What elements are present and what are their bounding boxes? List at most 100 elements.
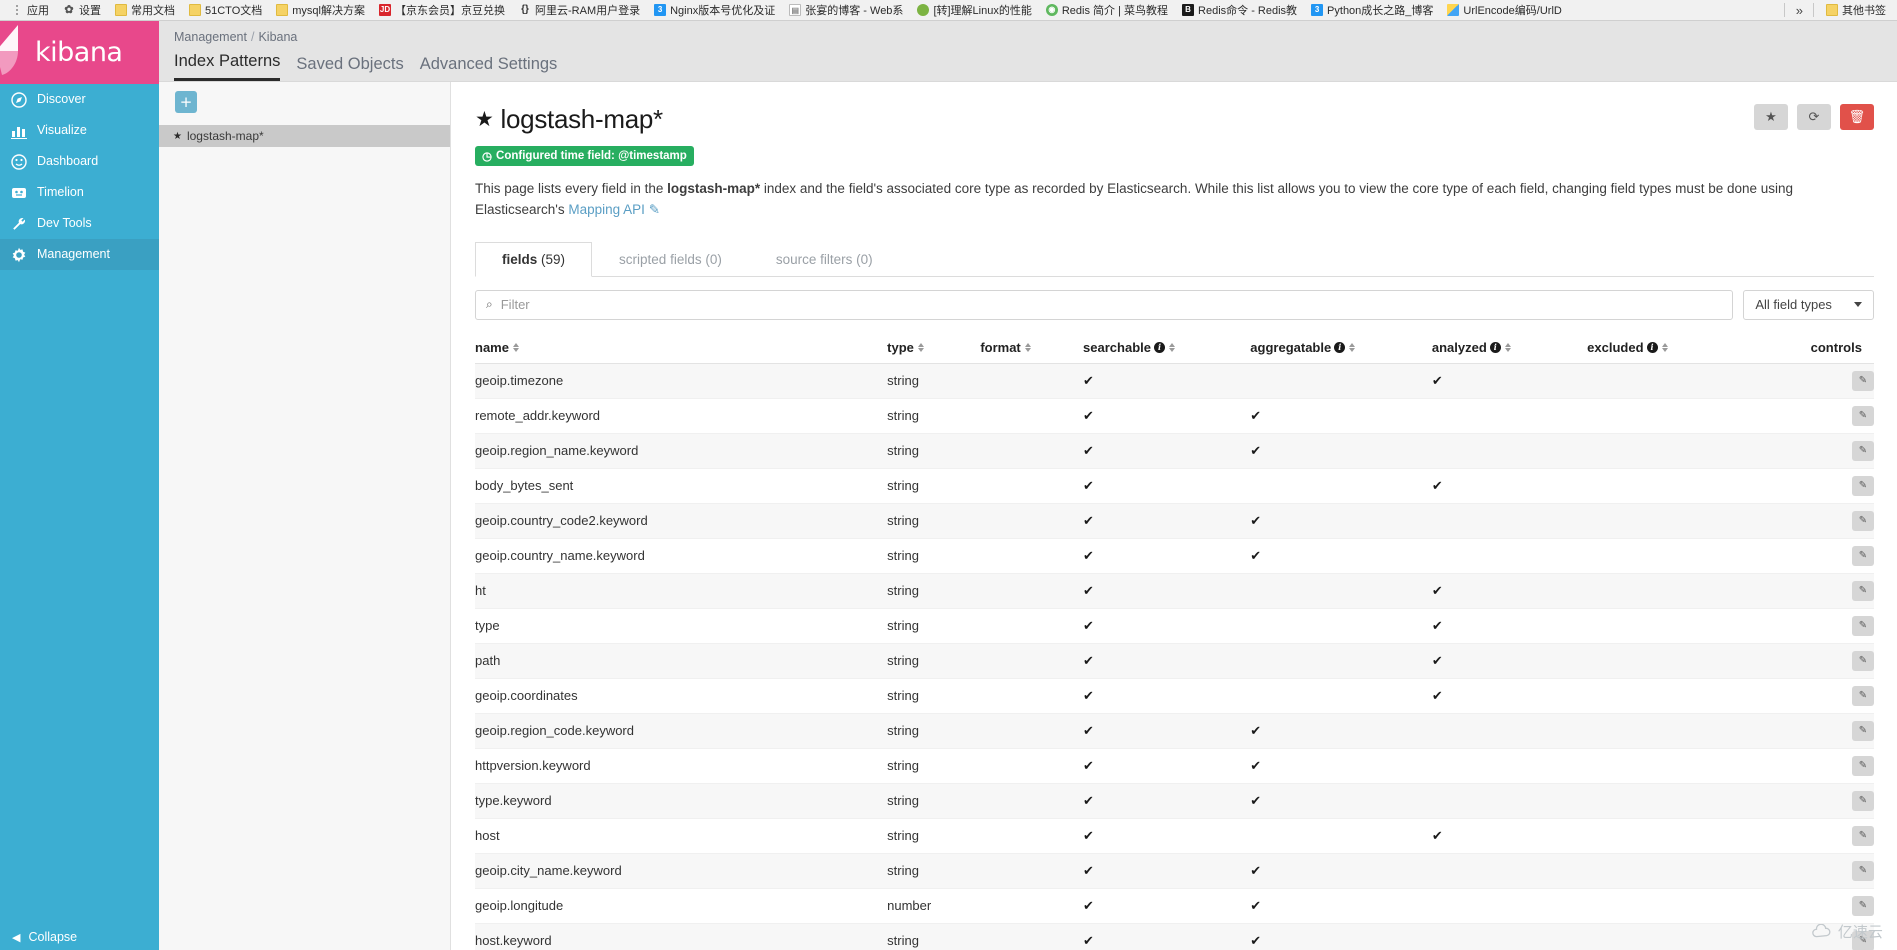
sidebar-collapse-button[interactable]: ◀ Collapse	[0, 924, 159, 950]
sort-toggle-icon[interactable]	[1168, 342, 1175, 352]
field-types-dropdown[interactable]: All field types	[1743, 289, 1874, 320]
check-icon: ✔	[1250, 897, 1262, 913]
info-icon[interactable]: i	[1489, 341, 1501, 353]
cell-searchable: ✔	[1083, 398, 1251, 434]
bookmark-item[interactable]: B Redis命令 - Redis教	[1175, 1, 1304, 20]
kibana-wordmark: kibana	[35, 37, 123, 68]
sort-toggle-icon[interactable]	[1661, 342, 1668, 352]
check-icon: ✔	[1083, 932, 1094, 948]
sidebar-item-dashboard[interactable]: Dashboard	[0, 146, 159, 177]
cell-controls: ✎	[1742, 783, 1874, 819]
cell-name: geoip.city_name.keyword	[475, 853, 888, 889]
sidebar-item-management[interactable]: Management	[0, 239, 159, 270]
cell-analyzed	[1431, 713, 1588, 749]
bookmark-item[interactable]: UrlEncode编码/UrlD	[1440, 1, 1568, 20]
bookmark-item[interactable]: 3 Nginx版本号优化及证	[647, 1, 782, 20]
bookmark-item[interactable]: 应用	[4, 1, 56, 20]
sort-toggle-icon[interactable]	[1024, 342, 1031, 352]
edit-field-button[interactable]: ✎	[1851, 475, 1874, 496]
breadcrumb-management[interactable]: Management	[174, 30, 247, 44]
tab-index-patterns[interactable]: Index Patterns	[174, 52, 281, 81]
bookmark-item[interactable]: ✿ 设置	[56, 1, 108, 20]
field-tab-fields[interactable]: fields (59)	[475, 241, 593, 277]
edit-field-button[interactable]: ✎	[1851, 755, 1874, 776]
info-icon[interactable]: i	[1153, 341, 1165, 353]
bookmark-item[interactable]: 3 Python成长之路_博客	[1304, 1, 1440, 20]
edit-field-button[interactable]: ✎	[1851, 720, 1874, 741]
sidebar-item-visualize[interactable]: Visualize	[0, 115, 159, 146]
bookmark-item[interactable]: JD 【京东会员】京豆兑换	[372, 1, 512, 20]
filter-box[interactable]: ⌕	[475, 289, 1734, 320]
mapping-api-link[interactable]: Mapping API	[568, 202, 645, 217]
edit-field-button[interactable]: ✎	[1851, 440, 1874, 461]
cell-format	[980, 748, 1084, 784]
info-icon[interactable]: i	[1646, 341, 1658, 353]
sidebar-item-timelion[interactable]: Timelion	[0, 177, 159, 208]
sort-toggle-icon[interactable]	[1504, 342, 1511, 352]
set-default-index[interactable]: ★	[1753, 104, 1788, 130]
bookmark-item[interactable]: ▤ 张宴的博客 - Web系	[782, 1, 910, 20]
info-icon[interactable]: i	[1334, 341, 1346, 353]
delete-index-pattern[interactable]: 🗑	[1839, 104, 1874, 130]
edit-field-button[interactable]: ✎	[1851, 545, 1874, 566]
bookmarks-overflow-button[interactable]: »	[1790, 3, 1808, 18]
edit-field-button[interactable]: ✎	[1851, 580, 1874, 601]
edit-field-button[interactable]: ✎	[1851, 895, 1874, 916]
index-pattern-panel: + ★ logstash-map*	[159, 82, 451, 950]
tab-advanced-settings[interactable]: Advanced Settings	[420, 55, 558, 81]
bookmark-separator	[1813, 3, 1814, 17]
breadcrumb: Management / Kibana	[174, 30, 1897, 44]
column-header-aggregatable[interactable]: aggregatable i	[1250, 333, 1432, 364]
cell-type: string	[887, 503, 981, 539]
refresh-fields[interactable]: ⟳	[1796, 104, 1831, 130]
column-header-searchable[interactable]: searchable i	[1083, 333, 1251, 364]
add-index-pattern-button[interactable]: +	[175, 91, 197, 113]
cell-format	[980, 678, 1084, 714]
bookmark-other-bookmarks[interactable]: 其他书签	[1819, 1, 1893, 20]
tab-saved-objects[interactable]: Saved Objects	[296, 55, 403, 81]
edit-field-button[interactable]: ✎	[1851, 615, 1874, 636]
bookmark-item[interactable]: mysql解决方案	[269, 1, 372, 20]
column-header-type[interactable]: type	[887, 333, 981, 364]
column-header-format[interactable]: format	[980, 333, 1084, 364]
edit-field-button[interactable]: ✎	[1851, 510, 1874, 531]
check-icon: ✔	[1083, 897, 1094, 913]
field-tab-scripted-fields[interactable]: scripted fields (0)	[592, 242, 749, 277]
table-row: geoip.coordinates string ✔ ✔ ✎	[475, 678, 1874, 714]
fields-table-header-row: name type format searchable i aggregatable i an…	[475, 333, 1874, 364]
bookmark-item[interactable]: [转]理解Linux的性能	[910, 1, 1038, 20]
bookmark-item[interactable]: {} 阿里云-RAM用户登录	[512, 1, 647, 20]
cell-name: path	[475, 643, 888, 679]
column-header-name[interactable]: name	[475, 333, 888, 364]
sort-toggle-icon[interactable]	[917, 342, 924, 352]
check-icon: ✔	[1083, 547, 1094, 563]
bookmark-item[interactable]: 51CTO文档	[182, 1, 269, 20]
bookmark-item[interactable]: ◉ Redis 简介 | 菜鸟教程	[1039, 1, 1175, 20]
field-tab-source-filters[interactable]: source filters (0)	[749, 242, 900, 277]
sort-toggle-icon[interactable]	[512, 342, 519, 352]
sidebar-item-dev-tools[interactable]: Dev Tools	[0, 208, 159, 239]
wrench-icon	[10, 215, 27, 232]
sort-toggle-icon[interactable]	[1349, 342, 1356, 352]
cell-format	[980, 818, 1084, 854]
cell-searchable: ✔	[1083, 573, 1251, 609]
cell-format	[980, 608, 1084, 644]
column-header-analyzed[interactable]: analyzed i	[1431, 333, 1588, 364]
column-header-excluded[interactable]: excluded i	[1587, 333, 1743, 364]
index-pattern-list-item[interactable]: ★ logstash-map*	[159, 125, 450, 147]
edit-field-button[interactable]: ✎	[1851, 930, 1874, 950]
edit-field-button[interactable]: ✎	[1851, 405, 1874, 426]
edit-field-button[interactable]: ✎	[1851, 860, 1874, 881]
bookmark-item[interactable]: 常用文档	[108, 1, 182, 20]
edit-field-button[interactable]: ✎	[1851, 370, 1874, 391]
edit-field-button[interactable]: ✎	[1851, 825, 1874, 846]
kibana-logo[interactable]: kibana	[0, 21, 159, 84]
search-input[interactable]	[500, 297, 1733, 313]
breadcrumb-kibana[interactable]: Kibana	[258, 30, 297, 44]
edit-field-button[interactable]: ✎	[1851, 790, 1874, 811]
edit-field-button[interactable]: ✎	[1851, 685, 1874, 706]
edit-field-button[interactable]: ✎	[1851, 650, 1874, 671]
cell-controls: ✎	[1742, 398, 1874, 434]
cell-analyzed: ✔	[1431, 818, 1588, 854]
sidebar-item-discover[interactable]: Discover	[0, 84, 159, 115]
